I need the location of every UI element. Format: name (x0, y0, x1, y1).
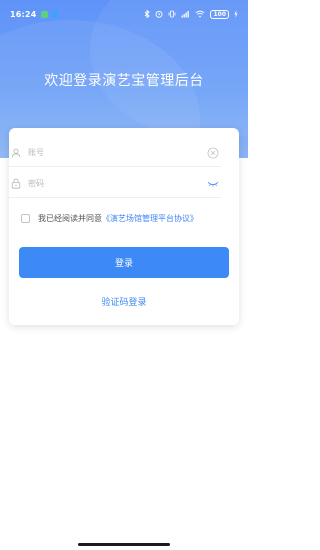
agreement-row: 我已经阅读并同意 《演艺场馆管理平台协议》 (21, 211, 198, 225)
alarm-icon (156, 10, 163, 18)
notification-icon (41, 10, 49, 18)
code-login-link[interactable]: 验证码登录 (0, 295, 248, 308)
agreement-link[interactable]: 《演艺场馆管理平台协议》 (102, 213, 198, 224)
account-field[interactable] (9, 139, 221, 167)
signal-icon (181, 11, 190, 18)
notification-icon (51, 10, 59, 18)
notification-icons (41, 10, 59, 18)
password-input[interactable] (28, 170, 206, 197)
lock-icon (10, 178, 22, 190)
status-time: 16:24 (10, 9, 37, 19)
bluetooth-icon (145, 10, 151, 18)
page-title: 欢迎登录演艺宝管理后台 (44, 73, 204, 89)
home-indicator[interactable] (78, 543, 170, 546)
wifi-icon (195, 10, 205, 18)
status-bar: 16:24 100 (0, 0, 248, 28)
clear-icon[interactable] (206, 146, 220, 160)
battery-indicator: 100 (210, 9, 229, 19)
password-field[interactable] (9, 170, 221, 198)
account-input[interactable] (28, 139, 206, 166)
eye-closed-icon[interactable] (206, 177, 220, 191)
charging-icon (234, 10, 238, 18)
agreement-text: 我已经阅读并同意 (38, 213, 102, 223)
status-indicators: 100 (144, 9, 238, 19)
login-button[interactable]: 登录 (19, 247, 229, 278)
agreement-checkbox[interactable] (21, 213, 30, 223)
user-icon (10, 147, 22, 159)
vibrate-icon (169, 10, 176, 18)
